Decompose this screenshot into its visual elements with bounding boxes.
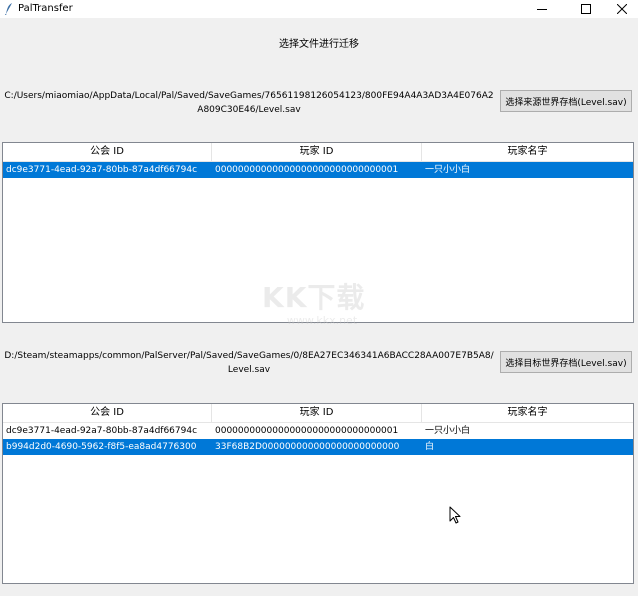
cell-guild-id: dc9e3771-4ead-92a7-80bb-87a4df66794c: [6, 165, 198, 175]
cell-player-name: 白: [425, 442, 435, 452]
column-header-guild-id[interactable]: 公会 ID: [3, 143, 212, 161]
table-row[interactable]: b994d2d0-4690-5962-f8f5-ea8ad4776300 33F…: [3, 439, 633, 455]
cell-player-id: 33F68B2D000000000000000000000000: [215, 442, 400, 452]
table-row[interactable]: dc9e3771-4ead-92a7-80bb-87a4df66794c 000…: [3, 162, 633, 178]
mouse-pointer-icon: [449, 506, 461, 527]
select-source-button[interactable]: 选择来源世界存档(Level.sav): [500, 90, 632, 112]
select-target-button[interactable]: 选择目标世界存档(Level.sav): [500, 351, 632, 373]
close-icon: [617, 4, 627, 14]
table-row[interactable]: dc9e3771-4ead-92a7-80bb-87a4df66794c 000…: [3, 423, 633, 439]
minimize-button[interactable]: [526, 0, 558, 18]
column-header-player-id[interactable]: 玩家 ID: [212, 404, 422, 422]
column-header-player-name[interactable]: 玩家名字: [422, 404, 633, 422]
target-table-header: 公会 ID 玩家 ID 玩家名字: [3, 404, 633, 423]
cell-player-id: 00000000000000000000000000000001: [215, 165, 399, 175]
source-path-label: C:/Users/miaomiao/AppData/Local/Pal/Save…: [4, 91, 494, 115]
maximize-icon: [581, 4, 591, 14]
cell-player-name: 一只小小白: [425, 165, 471, 175]
maximize-button[interactable]: [570, 0, 602, 18]
column-header-player-name[interactable]: 玩家名字: [422, 143, 633, 161]
window-title: PalTransfer: [18, 3, 73, 14]
feather-icon: [4, 2, 14, 16]
source-table-header: 公会 ID 玩家 ID 玩家名字: [3, 143, 633, 162]
cell-guild-id: dc9e3771-4ead-92a7-80bb-87a4df66794c: [6, 426, 198, 436]
instruction-label: 选择文件进行迁移: [279, 39, 359, 50]
column-header-player-id[interactable]: 玩家 ID: [212, 143, 422, 161]
close-button[interactable]: [606, 0, 638, 18]
cell-player-id: 00000000000000000000000000000001: [215, 426, 399, 436]
cell-player-name: 一只小小白: [425, 426, 471, 436]
source-table: 公会 ID 玩家 ID 玩家名字 dc9e3771-4ead-92a7-80bb…: [2, 142, 634, 323]
title-bar: PalTransfer: [0, 0, 638, 18]
cell-guild-id: b994d2d0-4690-5962-f8f5-ea8ad4776300: [6, 442, 197, 452]
target-path-label: D:/Steam/steamapps/common/PalServer/Pal/…: [4, 351, 494, 375]
target-table: 公会 ID 玩家 ID 玩家名字 dc9e3771-4ead-92a7-80bb…: [2, 403, 634, 584]
minimize-icon: [537, 4, 547, 14]
column-header-guild-id[interactable]: 公会 ID: [3, 404, 212, 422]
